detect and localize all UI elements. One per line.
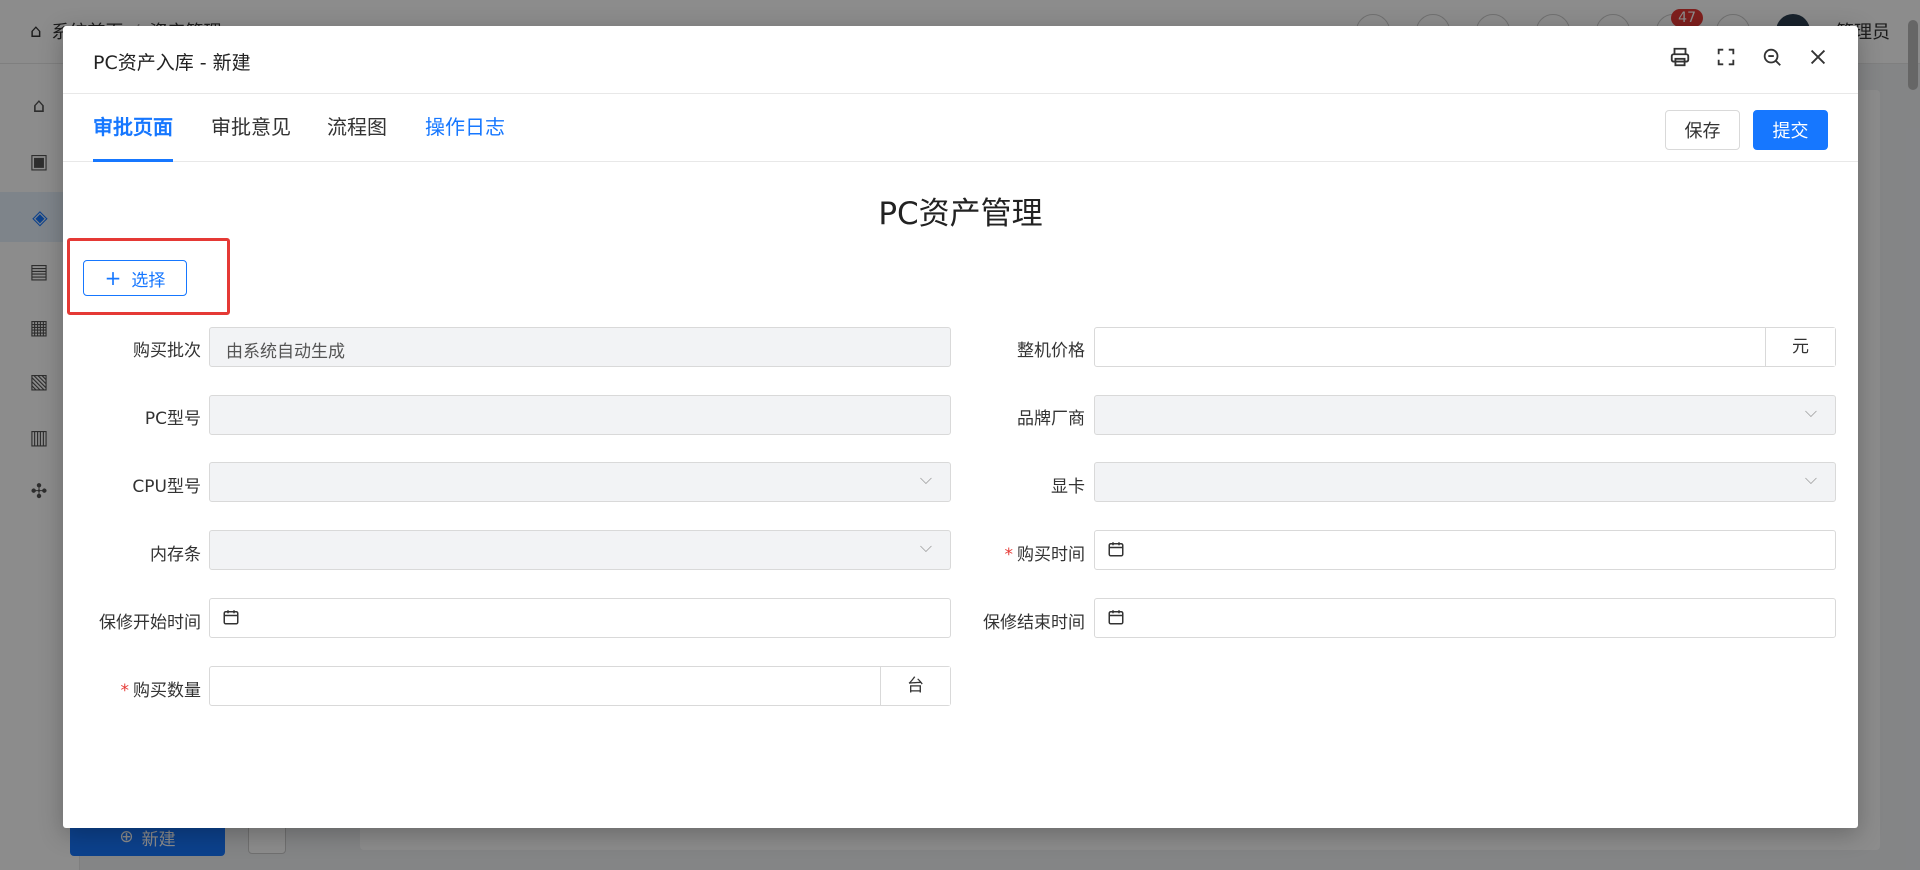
modal-header: PC资产入库 - 新建	[63, 26, 1858, 94]
tab-bar: 审批页面 审批意见 流程图 操作日志 保存 提交	[63, 94, 1858, 162]
chevron-down-icon: ⌵	[1804, 469, 1817, 488]
submit-button[interactable]: 提交	[1753, 110, 1828, 150]
chevron-down-icon: ⌵	[919, 537, 932, 556]
label-brand: 品牌厂商	[1017, 409, 1085, 429]
brand-select[interactable]: ⌵	[1094, 395, 1836, 435]
tab-approval-comments[interactable]: 审批意见	[211, 94, 291, 162]
label-gpu: 显卡	[1051, 477, 1085, 497]
close-icon[interactable]	[1806, 46, 1830, 70]
label-warranty-end: 保修结束时间	[983, 613, 1085, 633]
printer-icon[interactable]	[1668, 46, 1692, 70]
tab-operation-log[interactable]: 操作日志	[425, 94, 505, 162]
batch-field: 由系统自动生成	[209, 327, 951, 367]
calendar-icon	[1108, 542, 1124, 557]
form-title: PC资产管理	[878, 196, 1043, 232]
tab-flowchart[interactable]: 流程图	[327, 94, 387, 162]
modal-tools	[1668, 46, 1830, 70]
calendar-icon	[223, 610, 239, 625]
price-input[interactable]: 元	[1094, 327, 1836, 367]
warranty-start-picker[interactable]	[209, 598, 951, 638]
purchase-time-picker[interactable]	[1094, 530, 1836, 570]
label-quantity: * 购买数量	[120, 681, 202, 701]
batch-placeholder: 由系统自动生成	[226, 342, 345, 362]
label-cpu: CPU型号	[132, 477, 201, 497]
chevron-down-icon: ⌵	[1804, 402, 1817, 421]
memory-select[interactable]: ⌵	[209, 530, 951, 570]
pc-model-field	[209, 395, 951, 435]
label-pc-model: PC型号	[144, 409, 201, 429]
select-button-label: 选择	[131, 270, 166, 291]
label-purchase-time: * 购买时间	[1004, 545, 1086, 565]
modal-title: PC资产入库 - 新建	[93, 52, 251, 74]
label-memory: 内存条	[150, 545, 201, 565]
warranty-end-picker[interactable]	[1094, 598, 1836, 638]
plus-icon: +	[104, 266, 122, 290]
price-unit: 元	[1765, 328, 1835, 366]
gpu-select[interactable]: ⌵	[1094, 462, 1836, 502]
quantity-unit: 台	[880, 667, 950, 705]
chevron-down-icon: ⌵	[919, 469, 932, 488]
calendar-icon	[1108, 610, 1124, 625]
label-warranty-start: 保修开始时间	[99, 613, 201, 633]
label-batch: 购买批次	[133, 341, 201, 361]
zoom-icon[interactable]	[1760, 46, 1784, 70]
tab-approval-page[interactable]: 审批页面	[93, 94, 173, 162]
save-button[interactable]: 保存	[1665, 110, 1740, 150]
modal-dialog: PC资产入库 - 新建 审批页面 审批意见 流程图 操作日志 保存 提交 PC资…	[63, 26, 1858, 828]
cpu-select[interactable]: ⌵	[209, 462, 951, 502]
quantity-input[interactable]: 台	[209, 666, 951, 706]
label-price: 整机价格	[1017, 341, 1085, 361]
fullscreen-icon[interactable]	[1714, 46, 1738, 70]
select-button[interactable]: + 选择	[83, 260, 187, 296]
